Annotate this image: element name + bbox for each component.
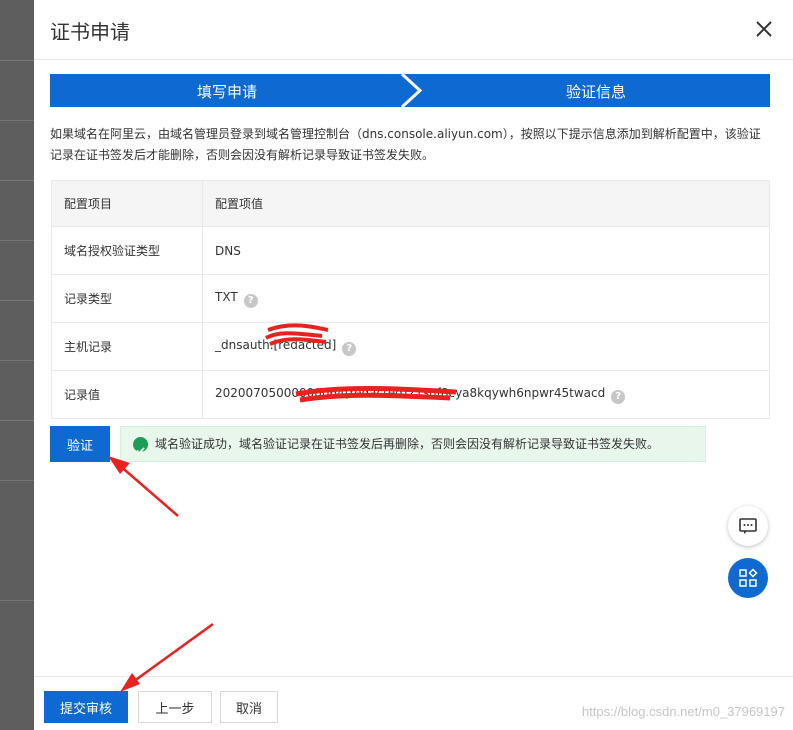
help-icon[interactable]: ? (342, 341, 357, 356)
help-icon[interactable]: ? (611, 389, 626, 404)
chat-icon[interactable] (728, 506, 768, 546)
cancel-button[interactable]: 取消 (220, 691, 278, 723)
row-value-text: _dnsauth.[redacted] (215, 337, 337, 352)
previous-step-button[interactable]: 上一步 (138, 691, 212, 723)
row-key: 记录值 (51, 370, 203, 419)
row-key: 记录类型 (51, 274, 203, 323)
dns-config-table: 配置项目 配置项值 域名授权验证类型 DNS 记录类型 TXT? 主机记录 _d… (51, 180, 770, 419)
row-key: 域名授权验证类型 (51, 226, 203, 275)
step-verify-info: 验证信息 (566, 83, 627, 101)
watermark: https://blog.csdn.net/m0_37969197 (581, 704, 785, 719)
verify-button[interactable]: 验证 (50, 426, 110, 462)
close-icon[interactable] (753, 18, 775, 40)
table-row: 主机记录 _dnsauth.[redacted]? (51, 322, 770, 371)
steps-bar: 填写申请 验证信息 (50, 74, 770, 107)
page-backdrop (0, 0, 36, 730)
success-message: 域名验证成功，域名验证记录在证书签发后再删除，否则会因没有解析记录导致证书签发失… (155, 437, 660, 451)
dialog-footer: 提交审核 上一步 取消 (34, 676, 793, 730)
row-value-text: DNS (215, 243, 241, 258)
apps-icon[interactable] (728, 558, 768, 598)
table-row: 记录类型 TXT? (51, 274, 770, 323)
certificate-dialog: 证书申请 填写申请 验证信息 如果域名在阿里云，由域名管理员登录到域名管理控制台… (34, 0, 793, 730)
table-row: 记录值 20200705000000064[redacted]21snf8cya… (51, 370, 770, 419)
help-icon[interactable]: ? (243, 293, 258, 308)
row-value-text: TXT (215, 289, 238, 304)
dialog-title: 证书申请 (50, 20, 130, 44)
table-row: 域名授权验证类型 DNS (51, 226, 770, 275)
header-config-item: 配置项目 (51, 180, 203, 227)
submit-review-button[interactable]: 提交审核 (44, 691, 128, 723)
row-value: DNS (202, 226, 770, 275)
row-value: _dnsauth.[redacted]? (202, 322, 770, 371)
instruction-text: 如果域名在阿里云，由域名管理员登录到域名管理控制台（dns.console.al… (50, 127, 761, 162)
row-value: 20200705000000064[redacted]21snf8cya8kqy… (202, 370, 770, 419)
table-header-row: 配置项目 配置项值 (51, 180, 770, 227)
header-config-value: 配置项值 (202, 180, 770, 227)
check-circle-icon (133, 437, 148, 455)
row-value: TXT? (202, 274, 770, 323)
row-value-text: 20200705000000064[redacted]21snf8cya8kqy… (215, 385, 606, 400)
step-fill-application: 填写申请 (197, 83, 258, 101)
dialog-header: 证书申请 (34, 0, 793, 60)
row-key: 主机记录 (51, 322, 203, 371)
success-alert: 域名验证成功，域名验证记录在证书签发后再删除，否则会因没有解析记录导致证书签发失… (120, 426, 706, 462)
